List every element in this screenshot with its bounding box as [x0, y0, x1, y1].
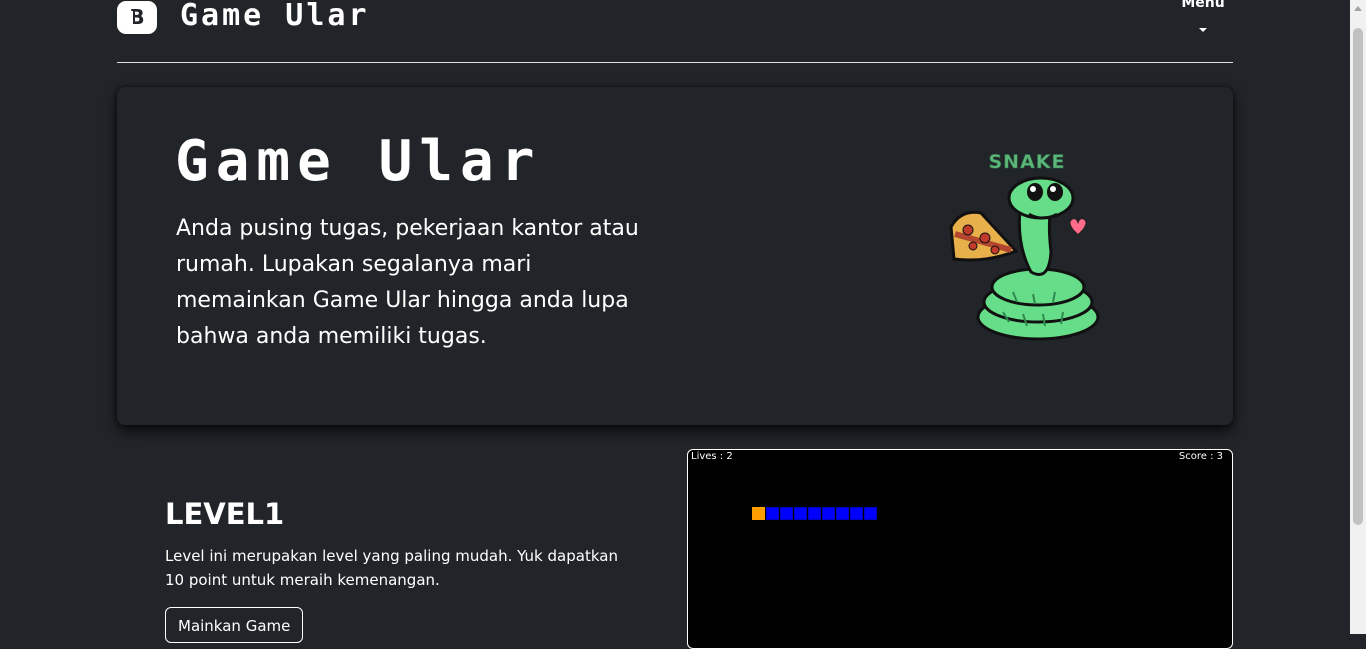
level-description: Level ini merupakan level yang paling mu…	[165, 547, 618, 589]
menu-label: Menu	[1181, 0, 1225, 11]
menu-dropdown-toggle[interactable]: Menu	[1180, 0, 1226, 32]
caret-down-icon	[1199, 28, 1207, 32]
snake-pizza-illustration: SNAKE	[949, 151, 1100, 341]
hero-card: Game Ular Anda pusing tugas, pekerjaan k…	[117, 87, 1233, 425]
scroll-up-arrow-icon[interactable]	[1354, 6, 1362, 11]
vertical-scrollbar[interactable]	[1350, 0, 1366, 634]
game-canvas[interactable]: Lives : 2 Score : 3	[687, 449, 1233, 649]
hero-title: Game Ular	[175, 129, 542, 194]
brand-title[interactable]: Game Ular	[180, 0, 370, 33]
scrollbar-thumb[interactable]	[1353, 28, 1363, 525]
snake-body-segment	[864, 507, 877, 520]
snake-body-segment	[780, 507, 793, 520]
level-title: LEVEL1	[165, 497, 285, 531]
logo-letter: B	[129, 5, 145, 29]
lives-counter: Lives : 2	[691, 451, 733, 462]
snake-illustration-caption: SNAKE	[989, 151, 1066, 173]
snake-body-segment	[766, 507, 779, 520]
snake-body-segment	[850, 507, 863, 520]
header-divider	[117, 62, 1233, 63]
play-game-button[interactable]: Mainkan Game	[165, 607, 304, 643]
bootstrap-logo-icon[interactable]: B	[117, 1, 157, 34]
snake-body-segment	[836, 507, 849, 520]
snake-head	[752, 507, 765, 520]
hero-description: Anda pusing tugas, pekerjaan kantor atau…	[176, 216, 639, 349]
snake-body-segment	[808, 507, 821, 520]
snake-body-segment	[794, 507, 807, 520]
snake-body-segment	[822, 507, 835, 520]
score-counter: Score : 3	[1178, 451, 1223, 462]
page: B Game Ular Menu Game Ular Anda pusing t…	[0, 0, 1350, 649]
